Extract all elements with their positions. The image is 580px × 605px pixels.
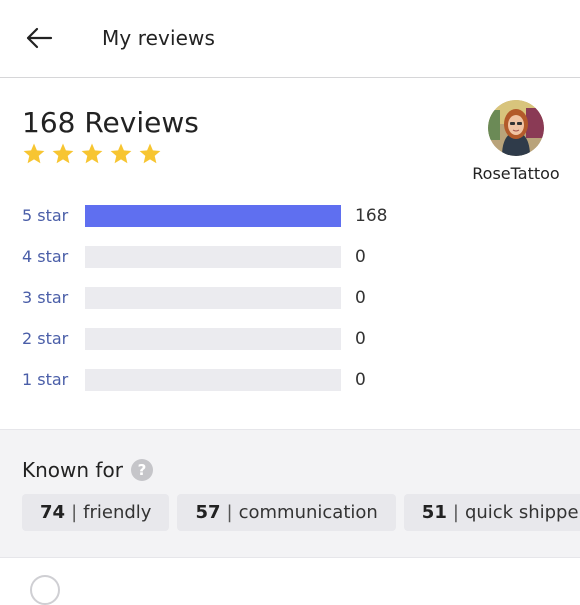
page-title: My reviews (102, 26, 216, 50)
user-profile[interactable]: RoseTattoo (466, 100, 566, 183)
user-avatar[interactable] (488, 100, 544, 156)
rating-row-label: 2 star (22, 329, 69, 348)
rating-row-label: 4 star (22, 247, 69, 266)
tag-chip-count: 74 (40, 502, 66, 523)
rating-bar-track (85, 369, 341, 391)
arrow-left-icon (26, 27, 53, 49)
rating-row-5[interactable]: 5 star 168 (22, 205, 422, 227)
tag-chip-label: quick shipper (464, 502, 580, 523)
rating-row-count: 168 (355, 206, 388, 226)
rating-bar-track (85, 328, 341, 350)
tag-chip[interactable]: 74 | friendly (22, 494, 170, 531)
rating-row-count: 0 (355, 370, 366, 390)
rating-bar-fill (85, 205, 341, 227)
rating-row-4[interactable]: 4 star 0 (22, 246, 422, 268)
tag-chip-separator: | (71, 502, 78, 523)
rating-row-label: 3 star (22, 288, 69, 307)
rating-row-2[interactable]: 2 star 0 (22, 328, 422, 350)
rating-bar-track (85, 287, 341, 309)
known-for-section: Known for ? 74 | friendly 57 | communication… (0, 429, 580, 558)
username[interactable]: RoseTattoo (466, 164, 566, 183)
question-icon[interactable]: ? (130, 459, 153, 481)
star-icon (110, 143, 132, 164)
star-icon (52, 143, 74, 164)
rating-row-1[interactable]: 1 star 0 (22, 369, 422, 391)
star-icon (139, 143, 161, 164)
tag-chip-separator: | (452, 502, 459, 523)
tag-chip[interactable]: 57 | communication (177, 494, 396, 531)
known-for-title: Known for ? (22, 458, 153, 482)
tag-chip-label: communication (238, 502, 378, 523)
rating-row-3[interactable]: 3 star 0 (22, 287, 422, 309)
tag-chip-separator: | (226, 502, 233, 523)
rating-bar-track (85, 246, 341, 268)
tag-chip[interactable]: 51 | quick shipper (403, 494, 580, 531)
tag-chip-label: friendly (83, 502, 152, 523)
rating-bar-track (85, 205, 341, 227)
rating-row-label: 1 star (22, 370, 69, 389)
review-count: 168 Reviews (22, 106, 199, 139)
rating-row-count: 0 (355, 288, 366, 308)
tag-chip-count: 57 (195, 502, 221, 523)
star-icon (81, 143, 103, 164)
rating-row-count: 0 (355, 247, 366, 267)
known-for-chips: 74 | friendly 57 | communication 51 | quick sh… (22, 494, 580, 531)
rating-stars (22, 142, 162, 166)
app-header: My reviews (0, 0, 580, 78)
rating-row-count: 0 (355, 329, 366, 349)
reviews-summary: 168 Reviews RoseTattoo 5 star 168 4 star… (0, 78, 580, 428)
star-icon (23, 143, 45, 164)
tag-chip-count: 51 (421, 502, 447, 523)
known-for-label: Known for (22, 458, 123, 482)
rating-row-label: 5 star (22, 206, 69, 225)
back-button[interactable] (22, 22, 56, 54)
